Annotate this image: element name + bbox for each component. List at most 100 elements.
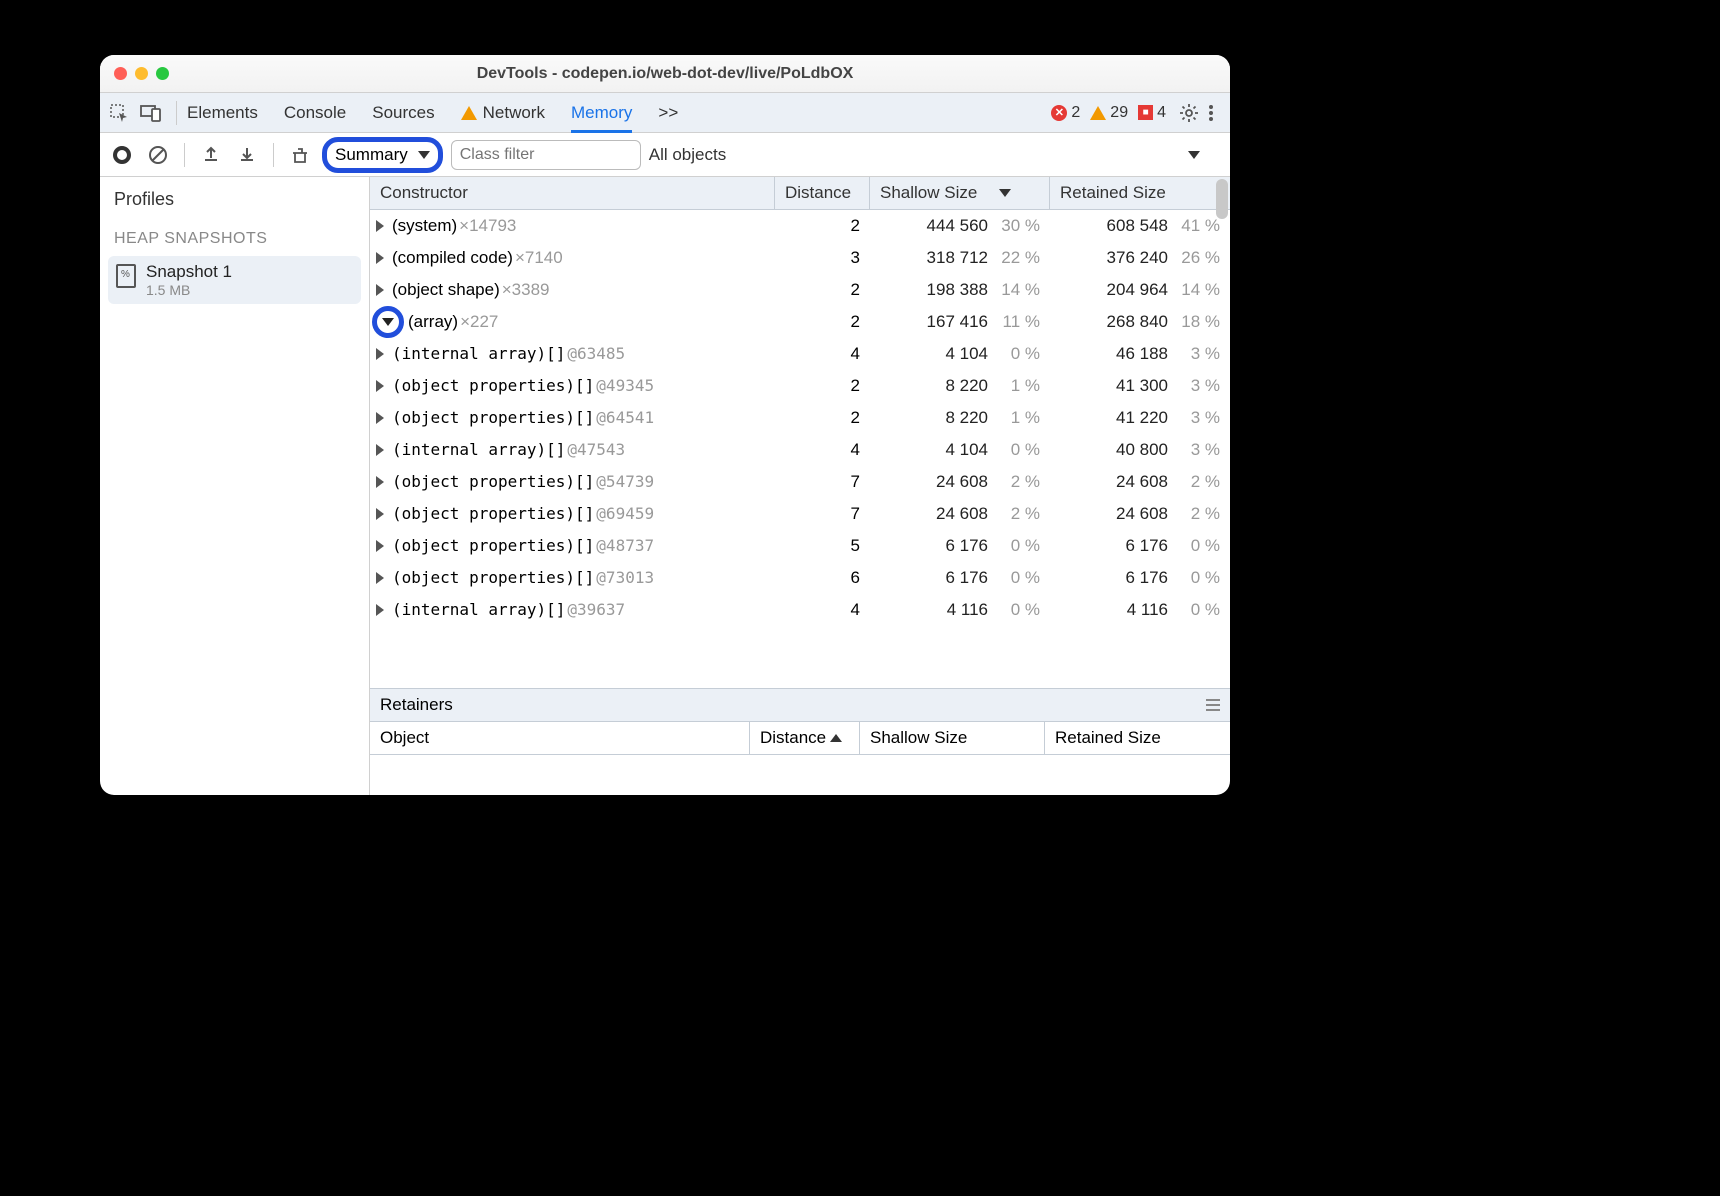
sort-asc-icon bbox=[830, 734, 842, 742]
clear-button[interactable] bbox=[144, 141, 172, 169]
panel-tabs: Elements Console Sources Network Memory … bbox=[100, 93, 1230, 133]
disclosure-icon[interactable] bbox=[376, 348, 384, 360]
disclosure-icon[interactable] bbox=[376, 540, 384, 552]
device-toggle-icon[interactable] bbox=[140, 102, 162, 124]
col-distance[interactable]: Distance bbox=[775, 177, 870, 209]
table-row[interactable]: (object shape) ×33892198 38814 %204 9641… bbox=[370, 274, 1230, 306]
row-shallow: 24 6082 % bbox=[870, 504, 1050, 524]
disclosure-icon[interactable] bbox=[376, 220, 384, 232]
disclosure-icon[interactable] bbox=[376, 508, 384, 520]
gc-button[interactable] bbox=[286, 141, 314, 169]
minimize-icon[interactable] bbox=[135, 67, 148, 80]
row-object-id: @39637 bbox=[567, 600, 625, 619]
disclosure-icon[interactable] bbox=[376, 252, 384, 264]
row-distance: 4 bbox=[775, 344, 870, 364]
tabs-overflow[interactable]: >> bbox=[658, 103, 678, 123]
snapshot-icon bbox=[116, 264, 136, 288]
disclosure-icon[interactable] bbox=[376, 604, 384, 616]
row-distance: 2 bbox=[775, 376, 870, 396]
row-retained: 41 3003 % bbox=[1050, 376, 1230, 396]
chevron-down-icon[interactable] bbox=[1188, 151, 1200, 159]
tab-sources[interactable]: Sources bbox=[372, 103, 434, 123]
col-constructor[interactable]: Constructor bbox=[370, 177, 775, 209]
row-retained: 24 6082 % bbox=[1050, 472, 1230, 492]
issues-badge[interactable]: ■4 bbox=[1138, 104, 1166, 122]
row-distance: 4 bbox=[775, 440, 870, 460]
row-object-id: @69459 bbox=[596, 504, 654, 523]
menu-icon[interactable] bbox=[1206, 699, 1220, 711]
row-retained: 6 1760 % bbox=[1050, 568, 1230, 588]
highlight-ring bbox=[372, 306, 404, 338]
record-button[interactable] bbox=[108, 141, 136, 169]
row-shallow: 6 1760 % bbox=[870, 568, 1050, 588]
row-distance: 2 bbox=[775, 216, 870, 236]
disclosure-icon[interactable] bbox=[376, 476, 384, 488]
tab-elements[interactable]: Elements bbox=[187, 103, 258, 123]
window-title: DevTools - codepen.io/web-dot-dev/live/P… bbox=[100, 65, 1230, 83]
zoom-icon[interactable] bbox=[156, 67, 169, 80]
table-row[interactable]: (system) ×147932444 56030 %608 54841 % bbox=[370, 210, 1230, 242]
gear-icon[interactable] bbox=[1178, 103, 1200, 123]
row-shallow: 4 1160 % bbox=[870, 600, 1050, 620]
snapshot-group-label: HEAP SNAPSHOTS bbox=[114, 230, 355, 248]
sort-desc-icon bbox=[999, 189, 1011, 197]
disclosure-icon[interactable] bbox=[376, 444, 384, 456]
col-shallow[interactable]: Shallow Size bbox=[870, 177, 1050, 209]
disclosure-icon[interactable] bbox=[376, 412, 384, 424]
close-icon[interactable] bbox=[114, 67, 127, 80]
table-row[interactable]: (object properties)[] @6454128 2201 %41 … bbox=[370, 402, 1230, 434]
row-object-id: @73013 bbox=[596, 568, 654, 587]
disclosure-icon[interactable] bbox=[376, 380, 384, 392]
retainers-col-object[interactable]: Object bbox=[370, 722, 750, 754]
snapshot-item[interactable]: Snapshot 1 1.5 MB bbox=[108, 256, 361, 304]
row-retained: 376 24026 % bbox=[1050, 248, 1230, 268]
row-shallow: 4 1040 % bbox=[870, 440, 1050, 460]
row-name: (system) bbox=[392, 216, 457, 236]
perspective-dropdown[interactable]: Summary bbox=[322, 137, 443, 173]
row-retained: 46 1883 % bbox=[1050, 344, 1230, 364]
row-object-id: @47543 bbox=[567, 440, 625, 459]
separator bbox=[176, 101, 177, 125]
disclosure-icon[interactable] bbox=[376, 284, 384, 296]
retainers-columns: Object Distance Shallow Size Retained Si… bbox=[370, 722, 1230, 755]
warnings-badge[interactable]: 29 bbox=[1090, 104, 1128, 122]
row-distance: 4 bbox=[775, 600, 870, 620]
row-name: (object properties)[] bbox=[392, 504, 594, 523]
disclosure-icon[interactable] bbox=[382, 318, 394, 326]
table-row[interactable]: (object properties)[] @4873756 1760 %6 1… bbox=[370, 530, 1230, 562]
row-shallow: 167 41611 % bbox=[870, 312, 1050, 332]
disclosure-icon[interactable] bbox=[376, 572, 384, 584]
table-row[interactable]: (object properties)[] @69459724 6082 %24… bbox=[370, 498, 1230, 530]
col-retained[interactable]: Retained Size bbox=[1050, 177, 1230, 209]
kebab-icon[interactable] bbox=[1200, 104, 1222, 122]
table-row[interactable]: (compiled code) ×71403318 71222 %376 240… bbox=[370, 242, 1230, 274]
retainers-col-retained[interactable]: Retained Size bbox=[1045, 722, 1230, 754]
table-row[interactable]: (internal array)[] @4754344 1040 %40 800… bbox=[370, 434, 1230, 466]
table-row[interactable]: (object properties)[] @4934528 2201 %41 … bbox=[370, 370, 1230, 402]
table-row[interactable]: (object properties)[] @7301366 1760 %6 1… bbox=[370, 562, 1230, 594]
row-shallow: 6 1760 % bbox=[870, 536, 1050, 556]
row-shallow: 24 6082 % bbox=[870, 472, 1050, 492]
titlebar: DevTools - codepen.io/web-dot-dev/live/P… bbox=[100, 55, 1230, 93]
table-row[interactable]: (array) ×2272167 41611 %268 84018 % bbox=[370, 306, 1230, 338]
inspect-icon[interactable] bbox=[108, 102, 130, 124]
retainers-col-distance[interactable]: Distance bbox=[750, 722, 860, 754]
table-row[interactable]: (object properties)[] @54739724 6082 %24… bbox=[370, 466, 1230, 498]
scrollbar-thumb[interactable] bbox=[1216, 179, 1228, 219]
tab-console[interactable]: Console bbox=[284, 103, 346, 123]
export-button[interactable] bbox=[197, 141, 225, 169]
row-count: ×227 bbox=[460, 312, 498, 332]
row-name: (object properties)[] bbox=[392, 408, 594, 427]
errors-badge[interactable]: ✕2 bbox=[1051, 104, 1080, 122]
table-row[interactable]: (internal array)[] @3963744 1160 %4 1160… bbox=[370, 594, 1230, 626]
retainers-col-shallow[interactable]: Shallow Size bbox=[860, 722, 1045, 754]
import-button[interactable] bbox=[233, 141, 261, 169]
error-icon: ✕ bbox=[1051, 105, 1067, 121]
row-distance: 2 bbox=[775, 280, 870, 300]
row-count: ×7140 bbox=[515, 248, 563, 268]
table-row[interactable]: (internal array)[] @6348544 1040 %46 188… bbox=[370, 338, 1230, 370]
class-filter-input[interactable] bbox=[451, 140, 641, 170]
scope-dropdown[interactable]: All objects bbox=[649, 145, 726, 165]
tab-memory[interactable]: Memory bbox=[571, 103, 632, 133]
tab-network[interactable]: Network bbox=[461, 103, 545, 123]
